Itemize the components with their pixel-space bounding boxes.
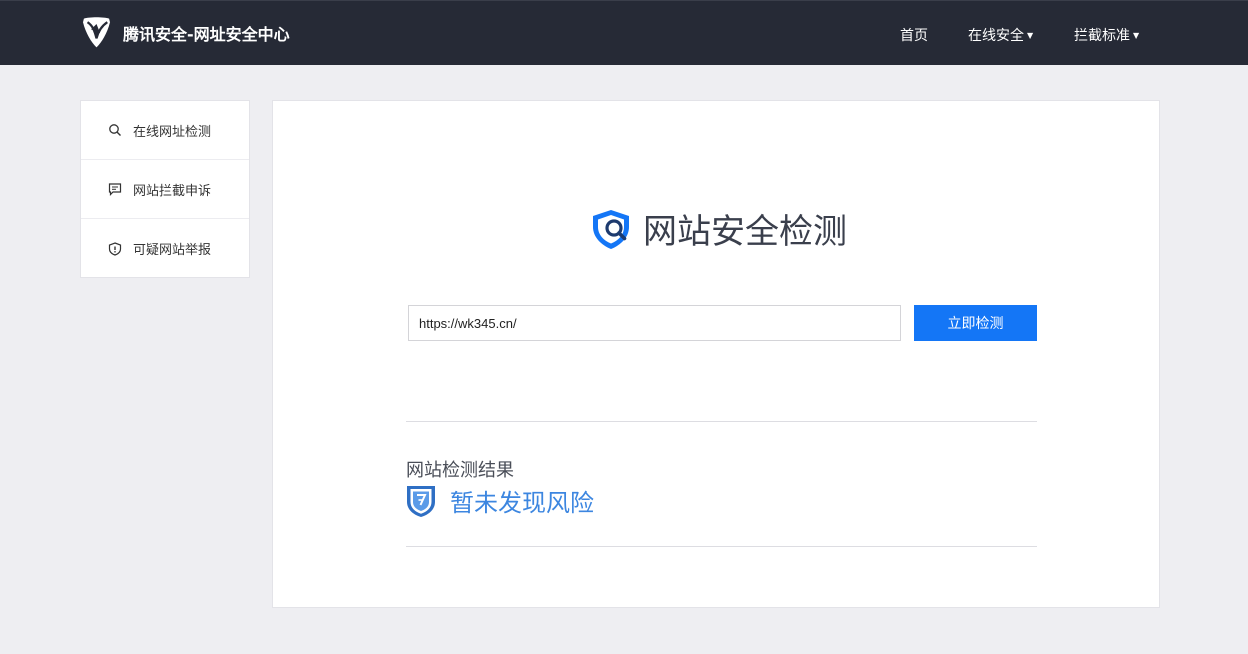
top-navbar: 腾讯安全-网址安全中心 首页 在线安全 ▼ 拦截标准 ▼ xyxy=(0,0,1248,65)
sidebar-item-url-check[interactable]: 在线网址检测 xyxy=(81,101,249,160)
page-header: 网站安全检测 xyxy=(589,204,847,253)
sidebar-item-report[interactable]: 可疑网站举报 xyxy=(81,219,249,278)
check-now-button[interactable]: 立即检测 xyxy=(914,305,1037,341)
sidebar-item-appeal[interactable]: 网站拦截申诉 xyxy=(81,160,249,219)
brand[interactable]: 腾讯安全-网址安全中心 xyxy=(80,15,290,51)
nav-online-security-label: 在线安全 xyxy=(968,28,1024,44)
divider xyxy=(406,421,1037,422)
url-input[interactable] xyxy=(408,305,901,341)
result-status: 暂未发现风险 xyxy=(406,483,594,518)
sidebar: 在线网址检测 网站拦截申诉 可疑网站举报 xyxy=(80,100,250,278)
shield-search-icon xyxy=(593,209,629,249)
nav-online-security[interactable]: 在线安全 ▼ xyxy=(968,25,1033,45)
result-heading: 网站检测结果 xyxy=(406,460,514,481)
divider xyxy=(406,546,1037,547)
tencent-security-logo-icon xyxy=(83,17,110,48)
shield-safe-icon xyxy=(407,485,435,517)
nav-home[interactable]: 首页 xyxy=(900,25,928,45)
brand-title: 腾讯安全-网址安全中心 xyxy=(123,25,290,44)
search-icon xyxy=(109,124,121,136)
shield-alert-icon xyxy=(108,241,122,256)
caret-down-icon: ▼ xyxy=(1027,30,1034,40)
message-icon xyxy=(108,183,122,196)
sidebar-item-label: 网站拦截申诉 xyxy=(133,183,212,199)
main-panel: 网站安全检测 立即检测 网站检测结果 暂未发现风险 xyxy=(272,100,1160,608)
caret-down-icon: ▼ xyxy=(1133,30,1140,40)
nav-intercept-standard-label: 拦截标准 xyxy=(1074,28,1130,44)
sidebar-item-label: 在线网址检测 xyxy=(133,124,212,140)
result-status-text: 暂未发现风险 xyxy=(450,489,594,517)
page-title: 网站安全检测 xyxy=(643,212,847,252)
nav-home-label: 首页 xyxy=(900,28,928,44)
sidebar-item-label: 可疑网站举报 xyxy=(133,243,212,258)
nav-intercept-standard[interactable]: 拦截标准 ▼ xyxy=(1074,25,1139,45)
